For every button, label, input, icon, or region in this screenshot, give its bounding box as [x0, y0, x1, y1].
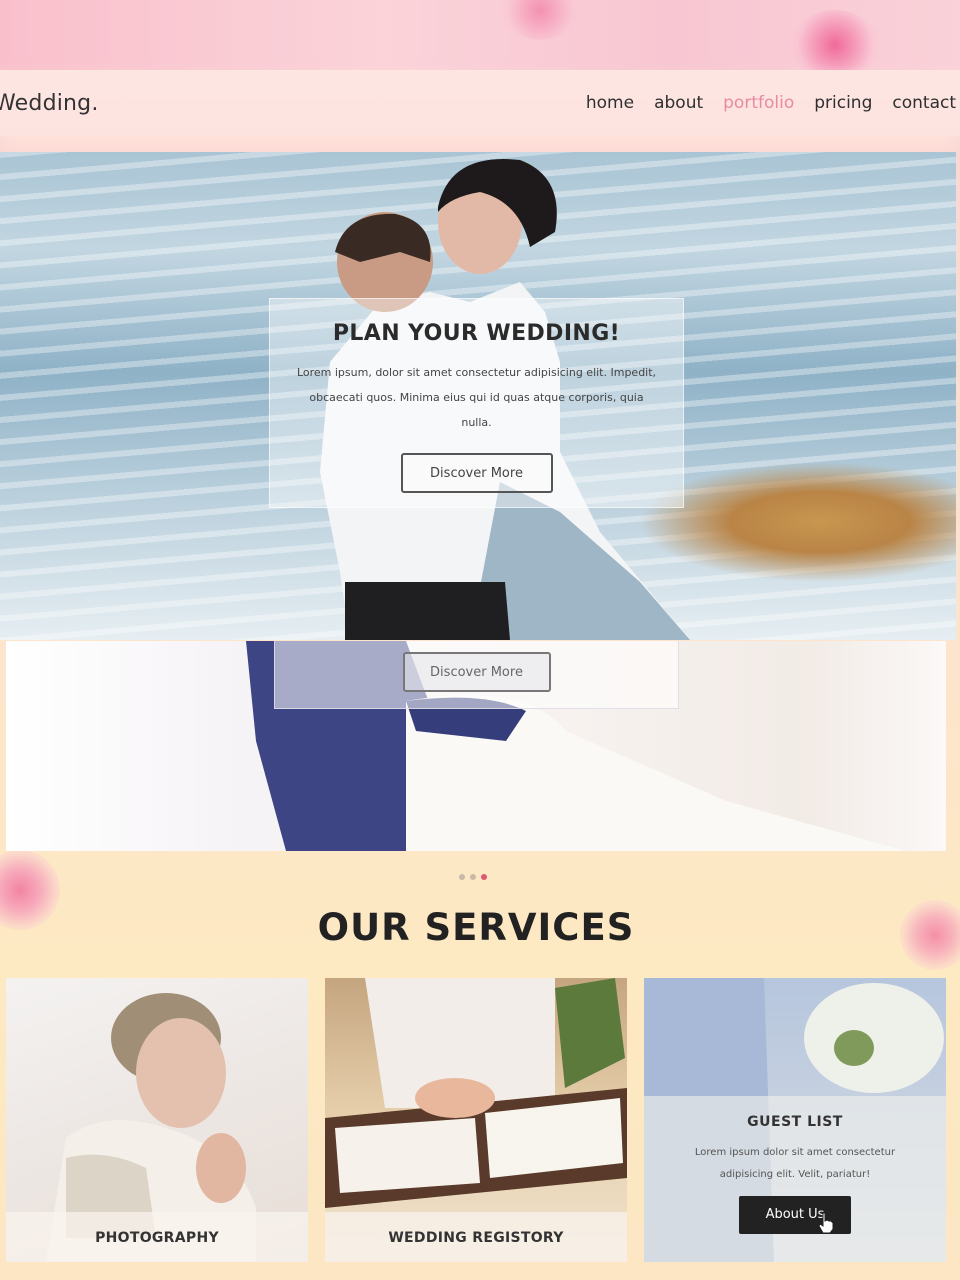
slide2-card: Discover More [274, 641, 679, 709]
service-overlay: GUEST LIST Lorem ipsum dolor sit amet co… [644, 1096, 946, 1262]
service-label: WEDDING REGISTORY [325, 1212, 627, 1262]
hero-title: PLAN YOUR WEDDING! [332, 321, 621, 346]
service-text: Lorem ipsum dolor sit amet consectetur a… [694, 1147, 896, 1180]
service-label: GUEST LIST [747, 1114, 843, 1130]
service-card-photography[interactable]: PHOTOGRAPHY [6, 978, 308, 1262]
hero-text: Lorem ipsum, dolor sit amet consectetur … [296, 366, 657, 429]
discover-more-button[interactable]: Discover More [402, 652, 551, 692]
nav-links: home about portfolio pricing contact [586, 93, 956, 113]
discover-more-button[interactable]: Discover More [400, 453, 553, 493]
hero-card: PLAN YOUR WEDDING! Lorem ipsum, dolor si… [269, 298, 684, 508]
carousel-dots [459, 874, 487, 880]
about-us-label: About Us [765, 1207, 825, 1222]
services-title: OUR SERVICES [317, 906, 635, 949]
hero-slide: PLAN YOUR WEDDING! Lorem ipsum, dolor si… [0, 152, 956, 640]
second-slide: Discover More [6, 641, 946, 851]
nav-link-contact[interactable]: contact [892, 93, 956, 113]
carousel-dot[interactable] [459, 874, 465, 880]
pointer-hand-icon [818, 1212, 834, 1234]
carousel-dot[interactable] [470, 874, 476, 880]
service-card-registry[interactable]: WEDDING REGISTORY [325, 978, 627, 1262]
service-card-guest-list[interactable]: GUEST LIST Lorem ipsum dolor sit amet co… [644, 978, 946, 1262]
site-logo[interactable]: Wedding. [0, 91, 99, 116]
service-label: PHOTOGRAPHY [6, 1212, 308, 1262]
nav-link-home[interactable]: home [586, 93, 634, 113]
navbar: Wedding. home about portfolio pricing co… [0, 70, 960, 136]
nav-link-about[interactable]: about [654, 93, 703, 113]
about-us-button[interactable]: About Us [739, 1196, 851, 1234]
nav-link-pricing[interactable]: pricing [814, 93, 872, 113]
carousel-dot-active[interactable] [481, 874, 487, 880]
nav-link-portfolio[interactable]: portfolio [723, 93, 794, 113]
